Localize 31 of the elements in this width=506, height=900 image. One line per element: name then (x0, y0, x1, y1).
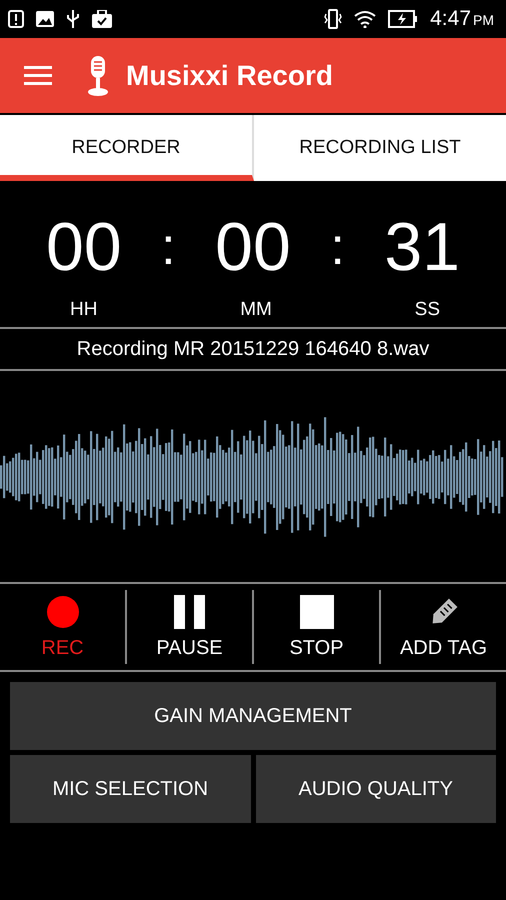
record-button[interactable]: REC (0, 590, 125, 664)
record-icon (46, 594, 80, 628)
tab[interactable]: RECORDING LIST (254, 115, 506, 181)
clock-time: 4:47 PM (430, 7, 494, 31)
tab[interactable]: RECORDER (0, 115, 254, 181)
option-button[interactable]: GAIN MANAGEMENT (10, 682, 496, 750)
usb-icon (66, 9, 80, 29)
stop-button[interactable]: STOP (252, 590, 379, 664)
minutes-value: 00 (215, 208, 291, 286)
time-separator: : (330, 217, 345, 277)
time-unit-label: HH (70, 299, 98, 322)
option-button[interactable]: MIC SELECTION (10, 755, 250, 823)
wifi-icon (354, 10, 376, 28)
alert-icon (8, 10, 24, 28)
option-button[interactable]: AUDIO QUALITY (256, 755, 496, 823)
time-unit-label: SS (414, 299, 440, 322)
pause-button[interactable]: PAUSE (125, 590, 252, 664)
hours-value: 00 (46, 208, 122, 286)
app-title: Musixxi Record (126, 60, 333, 92)
briefcase-check-icon (92, 10, 112, 28)
pause-icon (174, 594, 206, 628)
vibrate-icon (324, 9, 342, 29)
battery-charging-icon (388, 10, 418, 28)
time-separator: : (161, 217, 176, 277)
image-icon (36, 11, 54, 27)
file-name: Recording MR 20151229 164640 8.wav (76, 338, 430, 360)
time-unit-label: MM (240, 299, 272, 322)
seconds-value: 31 (384, 208, 460, 286)
menu-icon[interactable] (24, 66, 52, 86)
tag-button[interactable]: ADD TAG (379, 590, 506, 664)
stop-icon (300, 594, 334, 628)
